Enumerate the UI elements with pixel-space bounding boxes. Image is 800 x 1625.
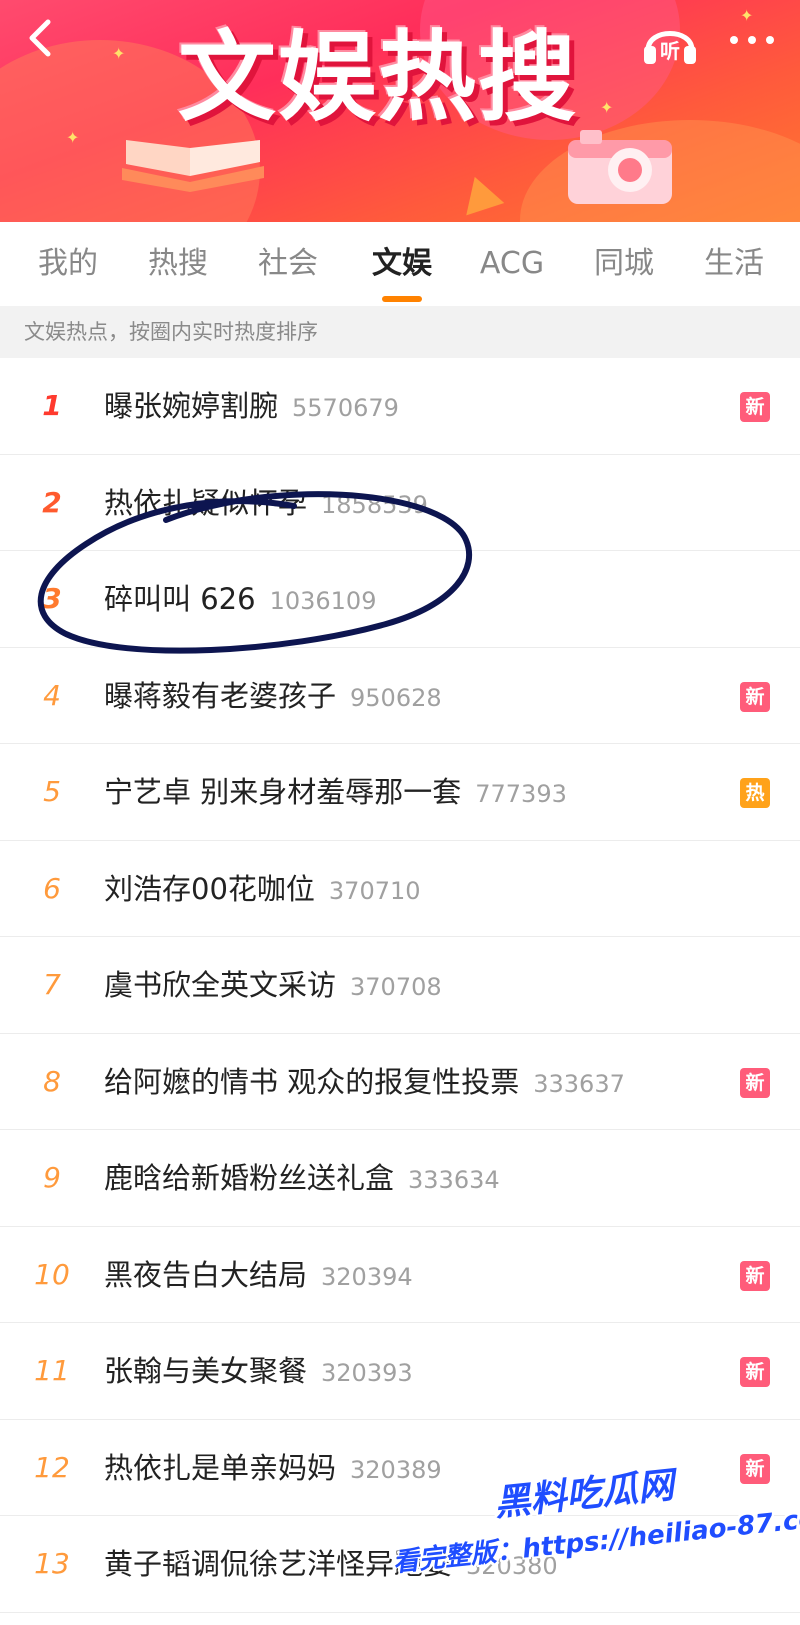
hot-search-list: 1 曝张婉婷割腕 5570679 新 2 热依扎疑似怀孕 1858539 3 碎叫叫 626 10…	[0, 358, 800, 1613]
rank-number: 11	[34, 1354, 70, 1387]
list-item[interactable]: 9 鹿晗给新婚粉丝送礼盒 333634	[0, 1130, 800, 1227]
list-item[interactable]: 7 虞书欣全英文采访 370708	[0, 937, 800, 1034]
rank-number: 13	[34, 1547, 70, 1580]
tab-local[interactable]: 同城	[588, 244, 660, 284]
listen-label: 听	[660, 39, 680, 63]
heat-count: 370708	[350, 973, 442, 1001]
item-text: 张翰与美女聚餐 320393	[104, 1323, 413, 1419]
item-text: 碎叫叫 626 1036109	[104, 551, 376, 647]
heat-count: 320394	[321, 1262, 413, 1291]
topic-title: 曝蒋毅有老婆孩子	[104, 678, 337, 713]
item-text: 给阿嬷的情书 观众的报复性投票 333637	[104, 1034, 625, 1130]
item-text: 曝张婉婷割腕 5570679	[104, 358, 399, 454]
heat-count: 370710	[328, 876, 421, 905]
topic-title: 虞书欣全英文采访	[104, 968, 337, 1002]
item-text: 宁艺卓 别来身材羞辱那一套 777393	[104, 744, 567, 840]
rank-number: 4	[43, 678, 61, 712]
more-button[interactable]	[722, 18, 782, 58]
header-banner: ✦ ✦ ✦ ✦ 文娱热搜 听	[0, 0, 800, 222]
list-item[interactable]: 10 黑夜告白大结局 320394 新	[0, 1226, 800, 1323]
list-item[interactable]: 6 刘浩存00花咖位 370710	[0, 840, 800, 937]
sparkle-icon: ✦	[66, 128, 80, 147]
heat-count: 1036109	[269, 587, 377, 615]
topic-title: 鹿晗给新婚粉丝送礼盒	[104, 1161, 395, 1195]
back-button[interactable]	[18, 14, 66, 62]
heat-count: 777393	[475, 780, 567, 808]
tab-society[interactable]: 社会	[252, 244, 324, 284]
list-item[interactable]: 5 宁艺卓 别来身材羞辱那一套 777393 热	[0, 744, 800, 841]
category-tabs: 我的 热搜 社会 文娱 ACG 同城 生活	[0, 222, 800, 306]
list-item[interactable]: 4 曝蒋毅有老婆孩子 950628 新	[0, 647, 800, 744]
new-badge: 新	[740, 1357, 770, 1387]
heat-count: 1858539	[321, 490, 428, 519]
heat-count: 320393	[321, 1359, 413, 1387]
topic-title: 热依扎疑似怀孕	[104, 485, 308, 520]
item-text: 黑夜告白大结局 320394	[104, 1227, 413, 1323]
sparkle-icon: ✦	[112, 44, 126, 63]
topic-title: 张翰与美女聚餐	[104, 1354, 308, 1388]
banner-decor-triangle	[455, 170, 505, 216]
tab-entertainment[interactable]: 文娱	[364, 244, 440, 284]
rank-number: 5	[43, 775, 61, 808]
rank-number: 1	[42, 389, 62, 422]
topic-title: 刘浩存00花咖位	[104, 871, 315, 906]
item-text: 热依扎是单亲妈妈 320389	[104, 1420, 442, 1516]
more-dots-icon	[730, 36, 774, 44]
rank-number: 8	[43, 1064, 61, 1098]
list-subtitle: 文娱热点，按圈内实时热度排序	[0, 306, 800, 358]
new-badge: 新	[740, 681, 770, 712]
hot-badge: 热	[740, 778, 770, 808]
topic-title: 给阿嬷的情书 观众的报复性投票	[104, 1064, 520, 1099]
list-item[interactable]: 2 热依扎疑似怀孕 1858539	[0, 454, 800, 551]
topic-title: 曝张婉婷割腕	[104, 389, 279, 423]
tab-acg[interactable]: ACG	[472, 244, 552, 284]
item-text: 鹿晗给新婚粉丝送礼盒 333634	[104, 1130, 500, 1226]
rank-number: 6	[43, 871, 61, 905]
topic-title: 碎叫叫 626	[104, 582, 256, 616]
new-badge: 新	[740, 1260, 770, 1291]
rank-number: 7	[43, 968, 61, 1001]
topic-title: 黑夜告白大结局	[104, 1257, 308, 1292]
list-item[interactable]: 8 给阿嬷的情书 观众的报复性投票 333637 新	[0, 1033, 800, 1130]
list-item[interactable]: 11 张翰与美女聚餐 320393 新	[0, 1323, 800, 1420]
heat-count: 333637	[533, 1069, 625, 1098]
headphones-icon: 听	[644, 31, 696, 64]
heat-count: 320389	[350, 1455, 442, 1484]
new-badge: 新	[740, 1067, 770, 1098]
page-title: 文娱热搜	[178, 21, 579, 135]
book-icon	[122, 140, 264, 192]
rank-number: 2	[42, 485, 62, 519]
item-text: 曝蒋毅有老婆孩子 950628	[104, 648, 442, 744]
topic-title: 热依扎是单亲妈妈	[104, 1450, 337, 1485]
rank-number: 10	[34, 1257, 70, 1291]
camera-icon	[568, 130, 672, 204]
heat-count: 950628	[350, 683, 442, 712]
rank-number: 3	[42, 582, 62, 615]
item-text: 刘浩存00花咖位 370710	[104, 841, 421, 937]
topic-title: 宁艺卓 别来身材羞辱那一套	[104, 775, 462, 809]
tab-mine[interactable]: 我的	[32, 244, 104, 284]
item-text: 热依扎疑似怀孕 1858539	[104, 455, 428, 551]
new-badge: 新	[740, 392, 770, 422]
rank-number: 9	[43, 1161, 61, 1194]
list-item[interactable]: 3 碎叫叫 626 1036109	[0, 551, 800, 648]
item-text: 虞书欣全英文采访 370708	[104, 937, 442, 1033]
listen-button[interactable]: 听	[640, 14, 700, 68]
tab-life[interactable]: 生活	[698, 244, 770, 284]
tab-hot-search[interactable]: 热搜	[142, 244, 214, 284]
heat-count: 5570679	[292, 394, 399, 422]
heat-count: 333634	[408, 1166, 500, 1194]
chevron-left-icon	[29, 19, 51, 57]
list-item[interactable]: 1 曝张婉婷割腕 5570679 新	[0, 358, 800, 455]
active-tab-indicator	[382, 296, 422, 302]
rank-number: 12	[34, 1450, 70, 1484]
